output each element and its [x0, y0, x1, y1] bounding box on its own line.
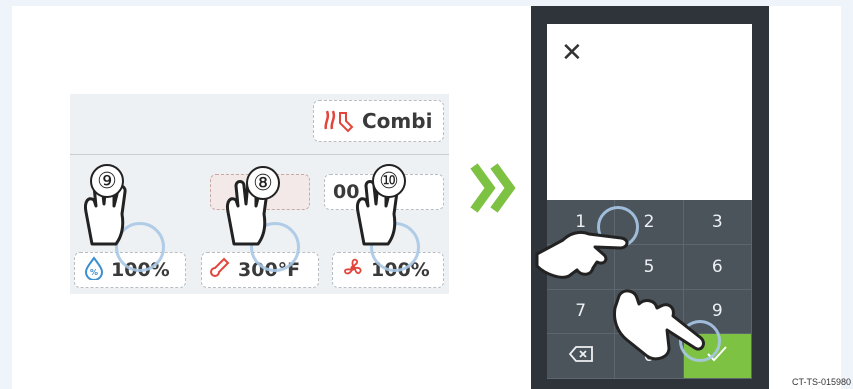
humidity-drop-icon: %	[83, 256, 105, 284]
callout-9: ⑨	[90, 164, 124, 198]
divider	[70, 154, 449, 155]
pointing-hand-icon	[609, 278, 709, 372]
device-screen: ✕ 1 2 3 4 5 6 7 8 9 0	[531, 6, 769, 389]
svg-text:%: %	[90, 268, 98, 277]
combi-steam-icon	[322, 105, 356, 137]
close-icon[interactable]: ✕	[561, 40, 583, 66]
fan-icon	[341, 256, 365, 284]
callout-10: ⑩	[372, 164, 406, 198]
backspace-key[interactable]	[547, 334, 616, 379]
key-7[interactable]: 7	[547, 289, 616, 335]
figure-caption: CT-TS-015980	[791, 377, 851, 387]
key-3[interactable]: 3	[683, 200, 752, 245]
numeric-entry-dialog: ✕	[547, 24, 752, 200]
control-panel: Combi 00 % 100% 300°F 100% ⑨ ⑧ ⑩	[70, 94, 449, 294]
mode-combi-button[interactable]: Combi	[313, 100, 444, 142]
thermometer-icon	[210, 256, 232, 284]
mode-label: Combi	[362, 109, 433, 133]
double-chevron-icon	[470, 162, 518, 218]
callout-8: ⑧	[246, 166, 280, 200]
backspace-icon	[568, 345, 594, 368]
